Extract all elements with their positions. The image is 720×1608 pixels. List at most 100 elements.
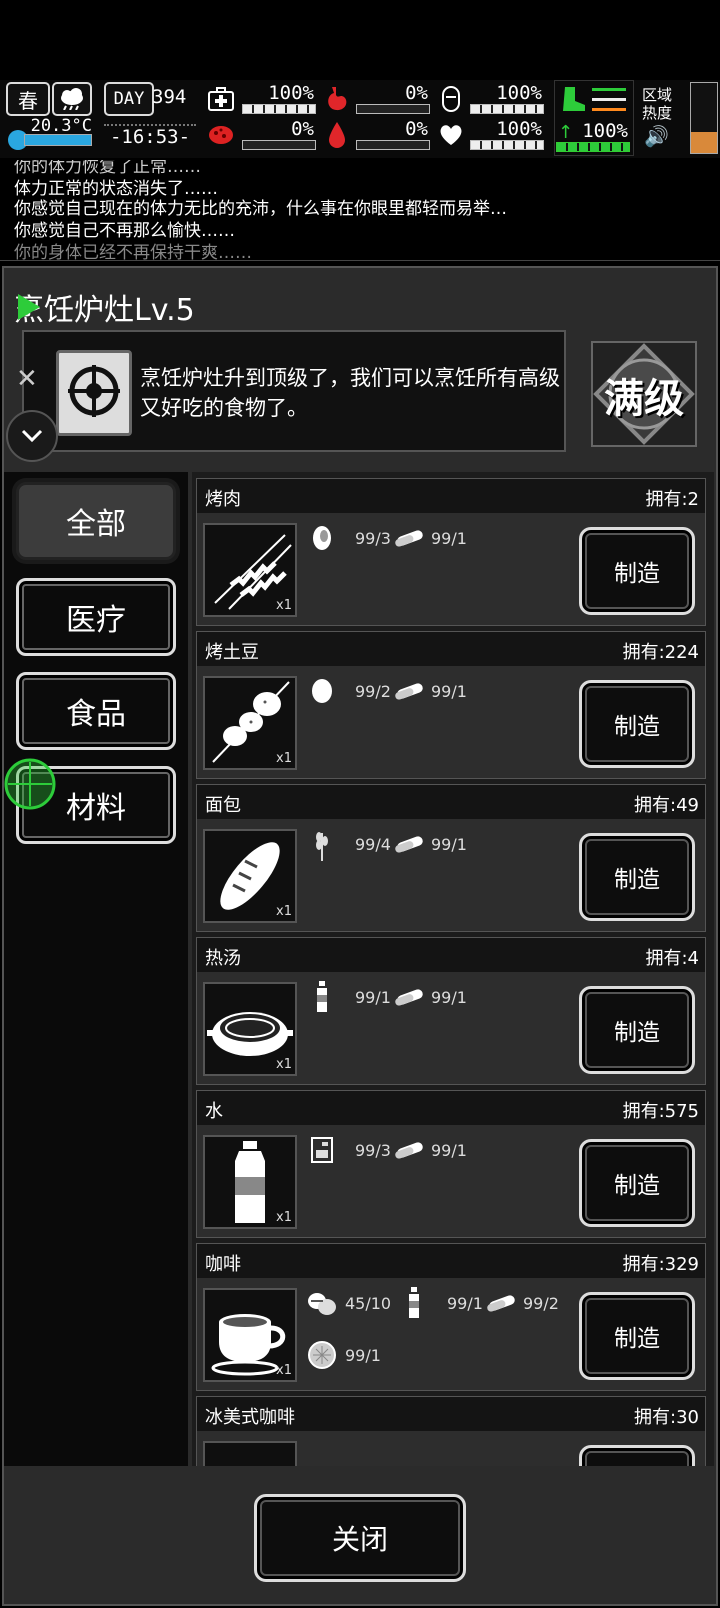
yield-qty: x1 — [276, 904, 292, 919]
recipe-name: 面包 — [205, 795, 241, 816]
season-badge: 春 — [6, 82, 50, 116]
zone-heat-line-1: 区域 — [642, 86, 673, 104]
material-value: 99/1 — [345, 1345, 381, 1365]
material-value: 99/1 — [431, 987, 467, 1007]
season-label: 春 — [18, 88, 38, 113]
recipe-header: 面包 拥有:49 — [197, 785, 705, 819]
owned-count: 拥有:30 — [634, 1407, 699, 1428]
potato-icon — [305, 676, 339, 706]
speaker-icon[interactable]: 🔊 — [644, 124, 669, 148]
tab-all[interactable]: 全部 — [16, 482, 176, 560]
make-button[interactable]: 制造 — [579, 680, 695, 768]
stamina-line-3 — [592, 108, 626, 111]
recipe-header: 热汤 拥有:4 — [197, 938, 705, 972]
water-bottle-icon — [305, 981, 339, 1012]
material-value: 99/1 — [431, 681, 467, 701]
mood-value: 100% — [496, 118, 542, 140]
material-value: 99/1 — [355, 987, 391, 1007]
recipe-item-grilled-meat: 烤肉 拥有:2 x1 99/3 99/1 制造 — [196, 478, 706, 626]
material: 99/1 — [305, 981, 391, 1012]
stove-icon — [56, 350, 132, 436]
panel-description: 烹饪炉灶升到顶级了，我们可以烹饪所有高级又好吃的食物了。 — [140, 366, 560, 420]
temperature-value: 20.3°C — [30, 116, 92, 136]
weather-icon — [52, 82, 92, 116]
infection-value: 0% — [291, 118, 314, 140]
material-value: 99/1 — [431, 528, 467, 548]
tab-medical[interactable]: 医疗 — [16, 578, 176, 656]
recipe-item-roast-potato: 烤土豆 拥有:224 x1 99/2 99/1 制造 — [196, 631, 706, 779]
play-icon[interactable] — [14, 292, 42, 326]
hunger-bar — [356, 104, 430, 114]
hunger-value: 0% — [405, 82, 428, 104]
firewood-icon — [393, 523, 427, 553]
owned-count: 拥有:2 — [645, 489, 699, 510]
recipe-item-water: 水 拥有:575 x1 99/3 99/1 制造 — [196, 1090, 706, 1238]
material: 99/3 — [305, 523, 391, 553]
close-button[interactable]: 关闭 — [254, 1494, 466, 1582]
health-value: 100% — [268, 82, 314, 104]
yield-qty: x1 — [276, 1363, 292, 1378]
make-button[interactable]: 制造 — [579, 1139, 695, 1227]
skewer-meat-icon: x1 — [203, 523, 297, 617]
day-value: 394 — [152, 86, 187, 108]
material-value: 99/4 — [355, 834, 391, 854]
day-badge: DAY — [104, 82, 154, 116]
material: 99/4 — [305, 829, 391, 861]
close-icon[interactable]: ✕ — [16, 364, 38, 394]
recipe-list[interactable]: 烤肉 拥有:2 x1 99/3 99/1 制造 烤土豆 拥有:224 x1 99… — [192, 472, 714, 1466]
make-button[interactable]: 制造 — [579, 1292, 695, 1380]
firewood-icon — [393, 676, 427, 706]
material: 99/1 — [393, 523, 467, 553]
make-button[interactable]: 制造 — [579, 833, 695, 921]
material-value: 99/1 — [431, 834, 467, 854]
recipe-item-coffee: 咖啡 拥有:329 x1 45/10 99/1 99/2 99/1 制造 — [196, 1243, 706, 1391]
thirst-value: 0% — [405, 118, 428, 140]
recipe-item-hot-soup: 热汤 拥有:4 x1 99/1 99/1 制造 — [196, 937, 706, 1085]
recipe-name: 冰美式咖啡 — [205, 1407, 295, 1428]
firewood-icon — [393, 1135, 427, 1165]
owned-count: 拥有:575 — [622, 1101, 699, 1122]
recipe-item-bread: 面包 拥有:49 x1 99/4 99/1 制造 — [196, 784, 706, 932]
floating-toolbar: ✕ — [4, 268, 58, 468]
thirst-bar — [356, 140, 430, 150]
stomach-icon — [322, 84, 352, 114]
water-drop-icon — [322, 120, 352, 150]
status-hud: 春 20.3°C DAY 394 -16:53- 100% 0% 100% 0%… — [0, 80, 720, 158]
material: 99/1 — [393, 1135, 467, 1165]
stamina-line-2 — [592, 98, 626, 101]
material-value: 99/3 — [355, 528, 391, 548]
coffee-beans-icon — [305, 1288, 339, 1318]
make-button[interactable] — [579, 1445, 695, 1466]
yield-qty: x1 — [276, 598, 292, 613]
owned-count: 拥有:4 — [645, 948, 699, 969]
zone-heat-fill — [691, 132, 717, 153]
owned-count: 拥有:329 — [622, 1254, 699, 1275]
recipe-header: 烤土豆 拥有:224 — [197, 632, 705, 666]
material-value: 99/1 — [447, 1293, 483, 1313]
log-line: 你的身体已经不再保持干爽…… — [14, 243, 252, 261]
recipe-name: 咖啡 — [205, 1254, 241, 1275]
chevron-down-icon[interactable] — [6, 410, 58, 462]
material-value: 99/2 — [523, 1293, 559, 1313]
material: 45/10 — [305, 1288, 391, 1318]
material: 99/1 — [397, 1287, 483, 1318]
filter-icon — [305, 1340, 339, 1370]
wheat-icon — [305, 829, 339, 861]
owned-count: 拥有:224 — [622, 642, 699, 663]
stamina-value: 100% — [582, 120, 628, 142]
raw-meat-icon — [305, 523, 339, 553]
material-value: 99/1 — [431, 1140, 467, 1160]
material: 99/2 — [305, 676, 391, 706]
make-button[interactable]: 制造 — [579, 527, 695, 615]
yield-qty: x1 — [276, 1057, 292, 1072]
material-value: 99/3 — [355, 1140, 391, 1160]
recipe-name: 烤土豆 — [205, 642, 259, 663]
material-value: 99/2 — [355, 681, 391, 701]
clock-time: -16:53- — [104, 124, 196, 148]
coffee-cup-icon: x1 — [203, 1288, 297, 1382]
zone-heat-meter — [690, 82, 718, 154]
make-button[interactable]: 制造 — [579, 986, 695, 1074]
water-bottle-icon: x1 — [203, 1135, 297, 1229]
medkit-icon — [206, 84, 236, 114]
tab-food[interactable]: 食品 — [16, 672, 176, 750]
